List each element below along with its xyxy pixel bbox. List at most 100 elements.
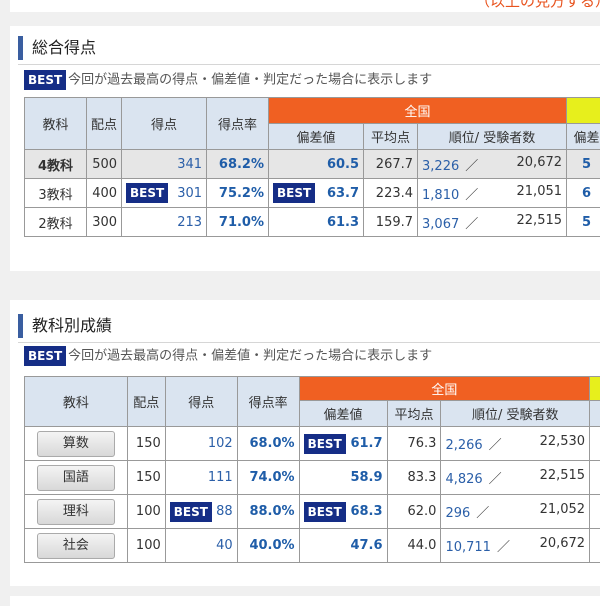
hensachi-wrap: BEST63.7 (273, 183, 359, 203)
cell-subject: 4教科 (25, 150, 87, 179)
bottom-card (10, 596, 600, 606)
rank-value[interactable]: 4,826 (445, 472, 482, 487)
hensachi-wrap: 58.9 (304, 470, 383, 485)
cell-score: 40 (165, 529, 237, 563)
score-value: 301 (177, 186, 202, 201)
subjects-title: 教科別成績 (18, 314, 112, 338)
header-rank: 順位/ 受験者数 (441, 401, 590, 427)
subject-button[interactable]: 国語 (37, 465, 115, 491)
cell-hensachi: 60.5 (269, 150, 364, 179)
rank-value[interactable]: 296 (445, 506, 470, 521)
cell-extra (590, 427, 600, 461)
hensachi-value: 68.3 (350, 504, 382, 519)
cell-rate: 40.0% (237, 529, 299, 563)
score-value: 40 (216, 538, 233, 553)
score-wrap: 341 (126, 157, 202, 172)
rank-separator: ／ (489, 472, 502, 487)
cell-hensachi: BEST68.3 (299, 495, 387, 529)
rank-wrap: 2,266／22,530 (445, 434, 585, 453)
rank-left: 296 ／ (445, 502, 489, 521)
total-value: 21,052 (540, 502, 586, 521)
subjects-note-text: 今回が過去最高の得点・偏差値・判定だった場合に表示します (68, 349, 432, 364)
hensachi-value: 61.7 (350, 436, 382, 451)
subjects-table: 教科 配点 得点 得点率 全国 偏差値 平均点 順位/ 受験者数 算数15010… (24, 376, 600, 563)
total-value: 22,515 (540, 468, 586, 487)
cell-rate: 75.2% (207, 179, 269, 208)
cell-rank: 2,266／22,530 (441, 427, 590, 461)
cell-score: 111 (165, 461, 237, 495)
subject-button[interactable]: 理科 (37, 499, 115, 525)
cell-rank: 1,810／21,051 (418, 179, 567, 208)
rank-value[interactable]: 1,810 (422, 188, 459, 203)
cell-extra: 5 (567, 208, 600, 237)
cell-max: 100 (127, 529, 165, 563)
score-value: 111 (208, 470, 233, 485)
subjects-divider (18, 342, 600, 343)
rank-value[interactable]: 2,266 (445, 438, 482, 453)
top-link[interactable]: （以上の見方する） (475, 0, 600, 11)
header-hensachi: 偏差値 (299, 401, 387, 427)
rank-value[interactable]: 10,711 (445, 540, 491, 555)
cell-max: 400 (87, 179, 122, 208)
cell-subject: 3教科 (25, 179, 87, 208)
hensachi-value: 47.6 (350, 538, 382, 553)
header-extra: 偏差 (567, 124, 600, 150)
hensachi-value: 60.5 (327, 157, 359, 172)
total-value: 20,672 (540, 536, 586, 555)
best-badge: BEST (273, 183, 315, 203)
cell-extra (590, 461, 600, 495)
cell-max: 100 (127, 495, 165, 529)
score-value: 213 (177, 215, 202, 230)
cell-max: 150 (127, 427, 165, 461)
cell-rank: 296 ／ 21,052 (441, 495, 590, 529)
cell-extra: 6 (567, 179, 600, 208)
rank-value[interactable]: 3,067 (422, 217, 459, 232)
summary-note-text: 今回が過去最高の得点・偏差値・判定だった場合に表示します (68, 73, 432, 88)
score-wrap: 102 (170, 436, 233, 451)
cell-score: 341 (122, 150, 207, 179)
cell-extra: 5 (567, 150, 600, 179)
cell-subject: 算数 (25, 427, 128, 461)
hensachi-wrap: 61.3 (273, 215, 359, 230)
hensachi-wrap: 47.6 (304, 538, 383, 553)
table-row: 国語15011174.0%58.983.34,826／22,515 (25, 461, 600, 495)
rank-separator: ／ (497, 540, 510, 555)
cell-max: 300 (87, 208, 122, 237)
cell-avg: 83.3 (387, 461, 441, 495)
rank-wrap: 10,711 ／ 20,672 (445, 536, 585, 555)
rank-wrap: 3,226／20,672 (422, 155, 562, 174)
cell-rank: 3,226／20,672 (418, 150, 567, 179)
subject-button[interactable]: 社会 (37, 533, 115, 559)
header-avg: 平均点 (387, 401, 441, 427)
cell-subject: 2教科 (25, 208, 87, 237)
rank-left: 2,266 ／ (445, 434, 501, 453)
total-value: 22,515 (517, 213, 563, 232)
rank-wrap: 3,067／ 22,515 (422, 213, 562, 232)
subject-button[interactable]: 算数 (37, 431, 115, 457)
score-value: 341 (177, 157, 202, 172)
rank-left: 3,226／ (422, 155, 478, 174)
cell-hensachi: 61.3 (269, 208, 364, 237)
score-wrap: 213 (126, 215, 202, 230)
top-card: （以上の見方する） (10, 0, 600, 12)
cell-rank: 3,067／ 22,515 (418, 208, 567, 237)
rank-left: 3,067／ (422, 213, 478, 232)
rank-left: 4,826 ／ (445, 468, 501, 487)
cell-rate: 71.0% (207, 208, 269, 237)
cell-extra (590, 495, 600, 529)
header-rank: 順位/ 受験者数 (418, 124, 567, 150)
table-row: 2教科30021371.0%61.3159.73,067／22,5155 (25, 208, 600, 237)
hensachi-wrap: 60.5 (273, 157, 359, 172)
cell-subject: 理科 (25, 495, 128, 529)
table-row: 理科100BEST8888.0%BEST68.362.0296／21,052 (25, 495, 600, 529)
header-score: 得点 (122, 98, 207, 150)
rank-separator: ／ (476, 506, 489, 521)
rank-separator: ／ (465, 188, 478, 203)
cell-hensachi: 58.9 (299, 461, 387, 495)
cell-max: 150 (127, 461, 165, 495)
cell-hensachi: BEST61.7 (299, 427, 387, 461)
header-rate: 得点率 (207, 98, 269, 150)
rank-value[interactable]: 3,226 (422, 159, 459, 174)
rank-separator: ／ (489, 438, 502, 453)
table-row: 社会1004040.0%47.644.010,711／20,672 (25, 529, 600, 563)
